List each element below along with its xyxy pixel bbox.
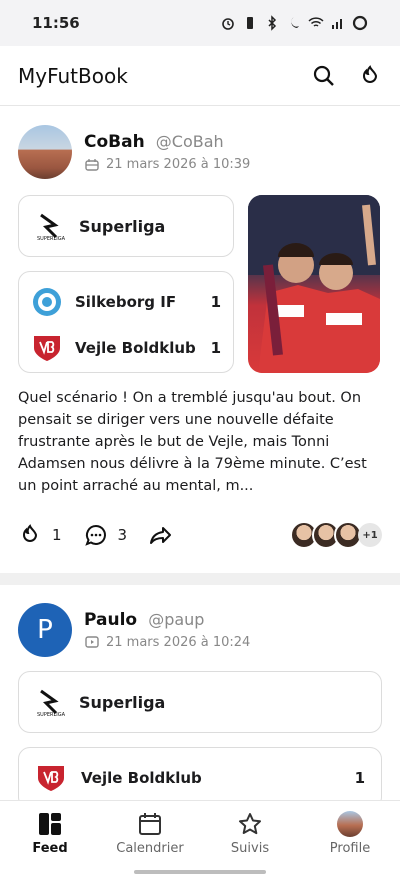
avatar[interactable]: P xyxy=(18,603,72,657)
post[interactable]: CoBah @CoBah 21 mars 2026 à 10:39 SUPERL… xyxy=(0,107,400,553)
comment-button[interactable]: 3 xyxy=(84,523,128,547)
vejle-crest-icon xyxy=(34,336,60,361)
nav-profile[interactable]: Profile xyxy=(300,801,400,882)
post-handle: @paup xyxy=(148,610,205,629)
match-card[interactable]: Silkeborg IF 1 Vejle Boldklub 1 xyxy=(18,271,234,373)
vejle-crest-icon xyxy=(38,766,64,791)
flame-icon xyxy=(22,524,38,542)
silkeborg-crest-icon xyxy=(33,288,61,316)
status-icons xyxy=(220,15,368,31)
flame-icon[interactable] xyxy=(358,64,382,88)
post-timestamp: 21 mars 2026 à 10:39 xyxy=(106,156,251,172)
nav-label: Profile xyxy=(329,841,371,856)
more-reactors-badge: +1 xyxy=(358,523,382,547)
league-card[interactable]: SUPERLIGA Superliga xyxy=(18,671,382,733)
post-handle: @CoBah xyxy=(155,132,224,151)
battery-icon xyxy=(352,15,368,31)
team-row: Vejle Boldklub 1 xyxy=(31,332,221,364)
league-card[interactable]: SUPERLIGA Superliga xyxy=(18,195,234,257)
post-author[interactable]: CoBah xyxy=(84,132,145,152)
post-timestamp: 21 mars 2026 à 10:24 xyxy=(106,634,251,650)
nav-label: Suivis xyxy=(230,841,270,856)
post-photo[interactable] xyxy=(248,195,380,373)
post-divider xyxy=(0,573,400,585)
post-author[interactable]: Paulo xyxy=(84,610,137,630)
match-card[interactable]: Vejle Boldklub 1 xyxy=(18,747,382,800)
feed[interactable]: CoBah @CoBah 21 mars 2026 à 10:39 SUPERL… xyxy=(0,107,400,800)
team-row: Silkeborg IF 1 xyxy=(31,286,221,318)
superliga-logo: SUPERLIGA xyxy=(37,213,65,241)
team-name: Vejle Boldklub xyxy=(81,769,202,787)
home-indicator xyxy=(134,870,266,874)
status-time: 11:56 xyxy=(32,14,80,32)
avatar[interactable] xyxy=(18,125,72,179)
team-score: 1 xyxy=(210,339,221,357)
alarm-icon xyxy=(222,18,234,30)
share-button[interactable] xyxy=(149,523,173,547)
nav-label: Calendrier xyxy=(116,841,184,856)
team-name: Vejle Boldklub xyxy=(75,339,196,357)
comment-count: 3 xyxy=(117,526,128,544)
superliga-logo: SUPERLIGA xyxy=(37,689,65,717)
bluetooth-icon xyxy=(268,15,277,31)
nav-label: Feed xyxy=(32,841,68,856)
reactors[interactable]: +1 xyxy=(290,521,382,549)
avatar xyxy=(337,811,363,837)
like-button[interactable]: 1 xyxy=(18,523,62,547)
svg-text:SUPERLIGA: SUPERLIGA xyxy=(37,236,65,241)
team-name: Silkeborg IF xyxy=(75,293,177,311)
app-bar: MyFutBook xyxy=(0,46,400,106)
stadium-icon xyxy=(85,159,99,171)
svg-text:SUPERLIGA: SUPERLIGA xyxy=(37,712,65,717)
team-score: 1 xyxy=(210,293,221,311)
signal-icon xyxy=(332,19,342,29)
app-title: MyFutBook xyxy=(18,63,128,88)
nav-feed[interactable]: Feed xyxy=(0,801,100,882)
wifi-icon xyxy=(308,17,324,27)
share-icon xyxy=(150,527,172,544)
post[interactable]: P Paulo @paup 21 mars 2026 à 10:24 SUPER… xyxy=(0,585,400,800)
comment-icon xyxy=(84,524,106,546)
vibrate-icon xyxy=(247,17,253,29)
like-count: 1 xyxy=(52,526,62,544)
post-text[interactable]: Quel scénario ! On a tremblé jusqu'au bo… xyxy=(18,387,382,497)
team-score: 1 xyxy=(354,769,365,787)
league-name: Superliga xyxy=(79,692,166,712)
search-icon[interactable] xyxy=(312,64,336,88)
calendar-icon xyxy=(139,813,161,835)
bottom-nav: Feed Calendrier Suivis Profile xyxy=(0,800,400,882)
video-icon xyxy=(85,636,99,648)
star-icon xyxy=(239,813,261,835)
league-name: Superliga xyxy=(79,216,166,236)
status-bar: 11:56 xyxy=(0,0,400,46)
feed-icon xyxy=(39,813,61,835)
moon-icon xyxy=(291,17,299,28)
